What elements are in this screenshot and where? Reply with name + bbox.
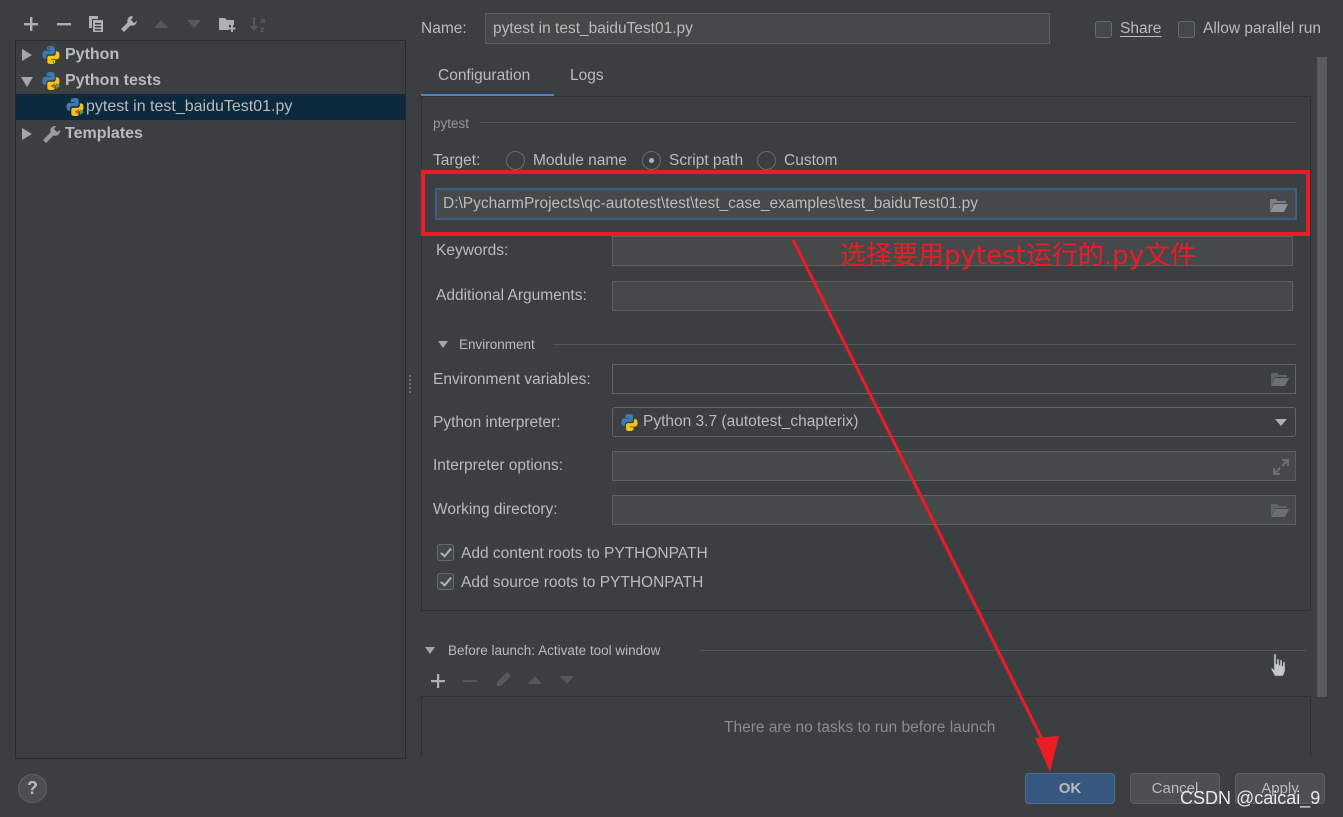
sort-alpha-icon[interactable]: az bbox=[248, 13, 270, 35]
name-label: Name: bbox=[421, 20, 467, 37]
interpreter-options-input[interactable] bbox=[612, 451, 1296, 481]
ok-button[interactable]: OK bbox=[1025, 773, 1115, 804]
expand-icon[interactable] bbox=[1273, 459, 1289, 475]
allow-parallel-run-checkbox[interactable] bbox=[1178, 21, 1195, 38]
working-directory-input[interactable] bbox=[612, 495, 1296, 525]
radio-module-name-label[interactable]: Module name bbox=[533, 152, 627, 170]
share-label[interactable]: Share bbox=[1120, 20, 1161, 38]
tree-item-templates[interactable]: Templates bbox=[16, 121, 405, 147]
name-input[interactable]: pytest in test_baiduTest01.py bbox=[485, 13, 1050, 44]
keywords-label: Keywords: bbox=[436, 242, 509, 259]
watermark: CSDN @caicai_9 bbox=[1180, 788, 1321, 808]
add-content-roots-label[interactable]: Add content roots to PYTHONPATH bbox=[461, 545, 708, 563]
python-interpreter-label: Python interpreter: bbox=[433, 414, 561, 431]
python-interpreter-value: Python 3.7 (autotest_chapterix) bbox=[643, 413, 859, 430]
edit-task-icon[interactable] bbox=[494, 671, 512, 689]
vertical-scrollbar[interactable] bbox=[1317, 57, 1327, 697]
share-checkbox[interactable] bbox=[1095, 21, 1112, 38]
python-icon bbox=[621, 413, 638, 432]
before-launch-collapse-icon[interactable] bbox=[425, 647, 435, 654]
target-label: Target: bbox=[433, 152, 481, 169]
expand-arrow-icon[interactable] bbox=[22, 49, 32, 61]
python-interpreter-dropdown[interactable]: Python 3.7 (autotest_chapterix) bbox=[612, 407, 1296, 437]
new-folder-icon[interactable] bbox=[216, 13, 238, 35]
tab-logs-label: Logs bbox=[570, 67, 604, 84]
move-down-icon[interactable] bbox=[183, 13, 205, 35]
tree-item-python-tests[interactable]: Python tests bbox=[16, 68, 405, 94]
tree-item-label: Python tests bbox=[65, 72, 162, 89]
run-config-tree: Python Python tests pytest in test_baidu… bbox=[15, 40, 406, 759]
add-source-roots-label[interactable]: Add source roots to PYTHONPATH bbox=[461, 574, 703, 592]
help-button[interactable]: ? bbox=[18, 774, 47, 803]
annotation-text: 选择要用pytest运行的.py文件 bbox=[840, 241, 1196, 271]
add-task-icon[interactable] bbox=[431, 674, 445, 688]
radio-script-path[interactable] bbox=[642, 151, 661, 170]
allow-parallel-run-label[interactable]: Allow parallel run bbox=[1203, 20, 1321, 38]
svg-text:a: a bbox=[260, 16, 265, 25]
remove-task-icon[interactable] bbox=[463, 674, 477, 688]
move-task-up-icon[interactable] bbox=[528, 676, 542, 685]
tree-item-label: Python bbox=[65, 46, 120, 63]
python-tests-icon bbox=[42, 72, 60, 90]
additional-arguments-input[interactable] bbox=[612, 281, 1293, 311]
move-up-icon[interactable] bbox=[150, 13, 172, 35]
tab-configuration[interactable]: Configuration bbox=[421, 58, 554, 97]
copy-icon[interactable] bbox=[85, 13, 107, 35]
chevron-down-icon[interactable] bbox=[1275, 419, 1287, 427]
radio-custom-label[interactable]: Custom bbox=[784, 152, 837, 170]
remove-icon[interactable] bbox=[53, 13, 75, 35]
add-icon[interactable] bbox=[20, 13, 42, 35]
collapse-arrow-icon[interactable] bbox=[21, 77, 33, 87]
wrench-icon[interactable] bbox=[118, 13, 140, 35]
environment-collapse-icon[interactable] bbox=[438, 341, 448, 348]
environment-variables-input[interactable] bbox=[612, 364, 1296, 394]
expand-arrow-icon[interactable] bbox=[22, 128, 32, 140]
add-content-roots-checkbox[interactable] bbox=[437, 544, 454, 561]
wrench-icon bbox=[43, 126, 61, 143]
folder-icon[interactable] bbox=[1270, 502, 1290, 518]
section-divider bbox=[553, 344, 1296, 345]
tree-item-label: Templates bbox=[65, 125, 143, 142]
splitter-handle[interactable] bbox=[408, 374, 414, 396]
pytest-icon bbox=[66, 98, 84, 116]
section-divider bbox=[700, 650, 1306, 651]
annotation-highlight-box bbox=[421, 170, 1310, 236]
section-divider bbox=[480, 122, 1296, 123]
python-icon bbox=[42, 46, 60, 64]
radio-module-name[interactable] bbox=[506, 151, 525, 170]
tree-item-label: pytest in test_baiduTest01.py bbox=[86, 98, 293, 115]
add-source-roots-checkbox[interactable] bbox=[437, 573, 454, 590]
radio-script-path-label[interactable]: Script path bbox=[669, 152, 743, 170]
before-launch-title[interactable]: Before launch: Activate tool window bbox=[448, 643, 660, 658]
additional-arguments-label: Additional Arguments: bbox=[436, 287, 587, 304]
tab-logs[interactable]: Logs bbox=[556, 58, 620, 97]
tab-configuration-label: Configuration bbox=[438, 67, 531, 84]
tree-item-pytest-config[interactable]: pytest in test_baiduTest01.py bbox=[16, 94, 405, 120]
radio-custom[interactable] bbox=[757, 151, 776, 170]
pytest-section-title: pytest bbox=[433, 116, 470, 131]
move-task-down-icon[interactable] bbox=[560, 676, 574, 685]
folder-icon[interactable] bbox=[1270, 371, 1290, 387]
environment-variables-label: Environment variables: bbox=[433, 371, 591, 388]
svg-text:z: z bbox=[260, 25, 265, 33]
empty-tasks-text: There are no tasks to run before launch bbox=[724, 719, 996, 736]
hand-cursor-icon bbox=[1270, 653, 1286, 677]
name-input-value: pytest in test_baiduTest01.py bbox=[493, 19, 693, 37]
interpreter-options-label: Interpreter options: bbox=[433, 457, 564, 474]
tree-item-python[interactable]: Python bbox=[16, 42, 405, 68]
environment-section-title[interactable]: Environment bbox=[459, 337, 535, 352]
before-launch-task-list: There are no tasks to run before launch bbox=[421, 696, 1311, 756]
working-directory-label: Working directory: bbox=[433, 501, 558, 518]
